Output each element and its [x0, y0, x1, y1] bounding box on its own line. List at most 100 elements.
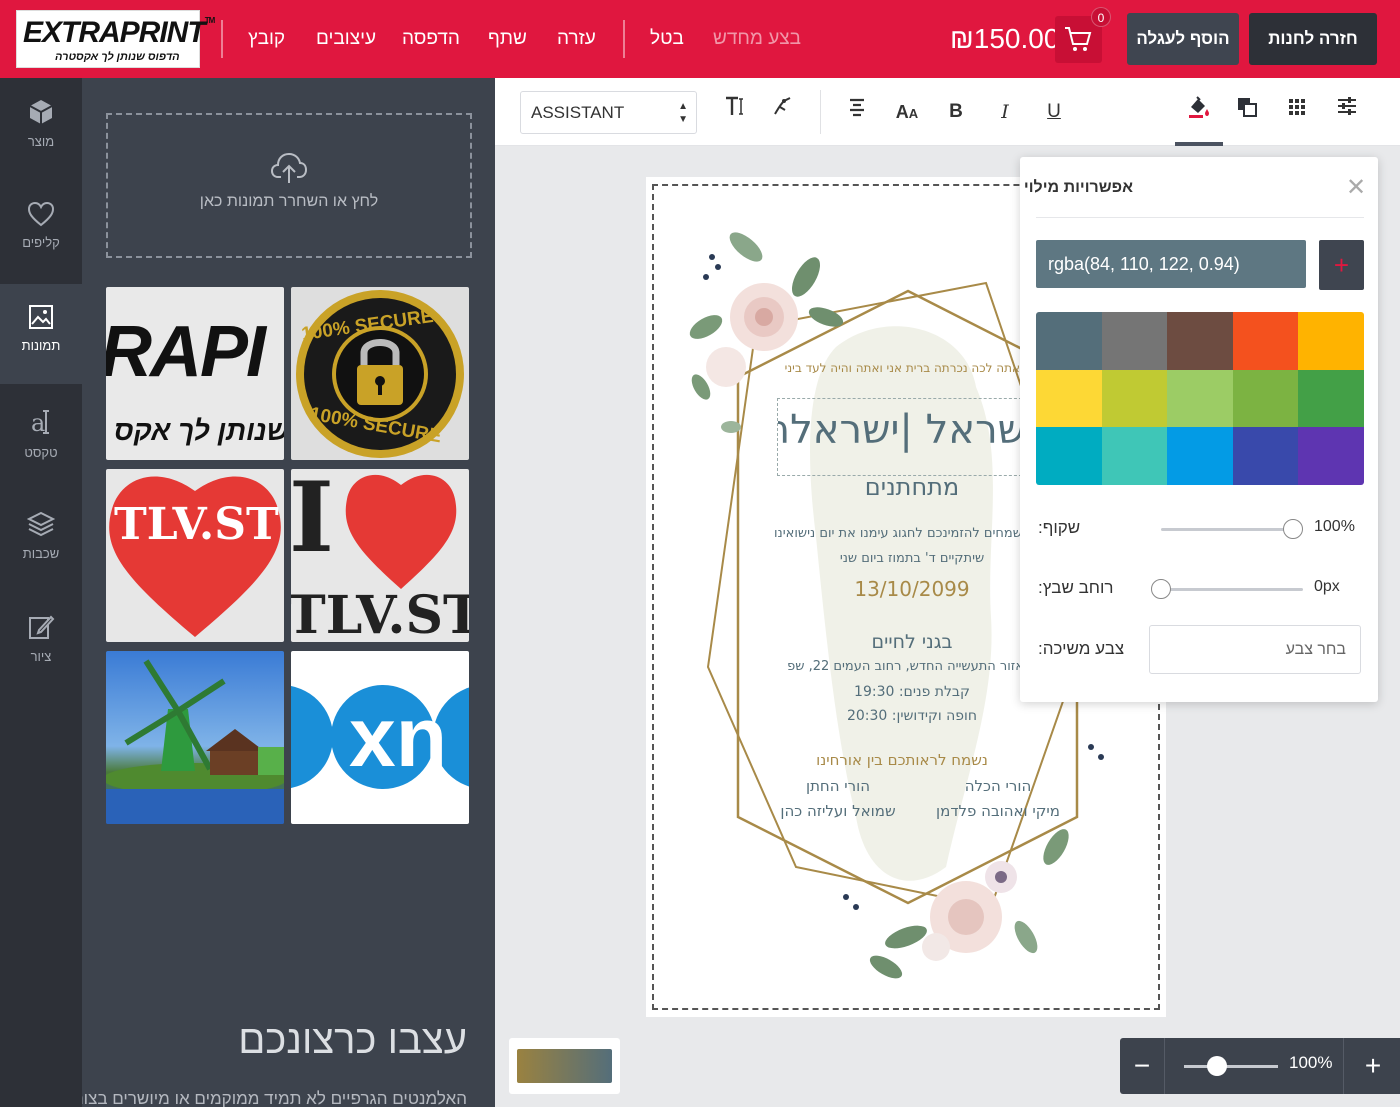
pencil-icon [29, 615, 55, 639]
zoom-out-button[interactable]: − [1120, 1038, 1164, 1094]
invite-line-1[interactable]: שמחים להזמינכם לחגוג עימנו את יום נישואי… [774, 526, 1024, 541]
italic-icon[interactable]: I [988, 95, 1022, 129]
logo-brand: EXTRAPRINT [23, 16, 206, 49]
color-swatch[interactable] [1167, 369, 1233, 428]
underline-icon[interactable]: U [1037, 95, 1071, 129]
text-size-icon[interactable] [718, 95, 752, 129]
thumb-brand-text: RAPI [106, 312, 266, 392]
color-swatch[interactable] [1232, 312, 1299, 370]
image-thumb-i-love-tlv[interactable]: I TLV.ST [291, 469, 469, 642]
color-swatch[interactable] [1298, 427, 1364, 485]
menu-file[interactable]: קובץ [248, 0, 285, 78]
image-icon [29, 305, 53, 329]
zoom-value: 100% [1289, 1053, 1333, 1072]
bold-icon[interactable]: B [939, 95, 973, 129]
sidebar-item-layers[interactable]: שכבות [0, 490, 82, 590]
couple-names-text[interactable]: שראל |ישראלה [778, 407, 1026, 453]
heart-icon [27, 201, 55, 227]
back-to-store-button[interactable]: חזרה לחנות [1249, 13, 1377, 65]
images-panel: לחץ או השחרר תמונות כאן RAPI שנותן לך אק… [82, 78, 495, 1107]
divider [1036, 217, 1364, 218]
align-icon[interactable] [840, 95, 874, 129]
fill-color-icon[interactable] [1182, 95, 1216, 129]
image-thumb-windmill[interactable] [106, 651, 284, 824]
font-size-icon[interactable]: AA [890, 95, 924, 129]
grid-icon[interactable] [1280, 95, 1314, 129]
layer-order-icon[interactable] [1230, 95, 1264, 129]
zoom-slider-track[interactable] [1184, 1065, 1278, 1068]
color-swatch[interactable] [1167, 312, 1233, 370]
menu-print[interactable]: הדפסה [402, 0, 460, 78]
divider [1164, 1038, 1165, 1094]
settings-sliders-icon[interactable] [1330, 95, 1364, 129]
zoom-slider-handle[interactable] [1206, 1056, 1227, 1076]
color-swatch[interactable] [1036, 312, 1102, 370]
stroke-width-slider-track[interactable] [1161, 588, 1303, 591]
groom-parents-label[interactable]: הורי החתן [776, 777, 900, 795]
ceremony-time[interactable]: חופה וקידושין: 20:30 [812, 708, 1012, 724]
sidebar-item-clips[interactable]: קליפים [0, 181, 82, 281]
sidebar-item-draw[interactable]: ציור [0, 593, 82, 693]
image-dropzone[interactable]: לחץ או השחרר תמונות כאן [106, 113, 472, 258]
see-you-text[interactable]: נשמח לראותכם בין אורחינו [792, 751, 1012, 769]
color-swatch-grid [1036, 312, 1364, 485]
image-thumb-tlv-heart[interactable]: TLV.ST [106, 469, 284, 642]
close-icon[interactable]: ✕ [1346, 173, 1366, 202]
menu-designs[interactable]: עיצובים [316, 0, 376, 78]
active-tool-indicator [1175, 142, 1223, 146]
color-swatch[interactable] [1101, 427, 1168, 485]
color-gradient-preview [517, 1049, 612, 1083]
menu-share[interactable]: שתף [488, 0, 527, 78]
add-to-cart-button[interactable]: הוסף לעגלה [1127, 13, 1239, 65]
verse-text[interactable]: אתה לכה נכרתה ברית אני ואתה והיה לעד בינ… [780, 361, 1020, 375]
reception-time[interactable]: קבלת פנים: 19:30 [812, 684, 1012, 700]
color-swatch[interactable] [1036, 427, 1102, 485]
color-swatch[interactable] [1298, 312, 1364, 370]
divider [623, 20, 625, 58]
event-date[interactable]: 13/10/2099 [812, 577, 1012, 601]
curved-text-icon[interactable] [766, 95, 800, 129]
panel-description: האלמנטים הגרפיים לא תמיד ממוקמים או מיוש… [82, 1089, 467, 1107]
color-swatch[interactable] [1101, 312, 1168, 370]
image-thumb-extraprint[interactable]: RAPI שנותן לך אקס [106, 287, 284, 460]
color-swatch[interactable] [1167, 427, 1233, 485]
thumb-i-text: I [291, 469, 334, 574]
current-color-preview[interactable] [509, 1038, 620, 1094]
opacity-slider-handle[interactable] [1283, 519, 1303, 539]
font-select[interactable]: ASSISTANT ▲ ▼ [520, 91, 697, 134]
zoom-in-button[interactable]: + [1346, 1038, 1400, 1094]
stroke-width-label: רוחב שבץ: [1038, 578, 1114, 597]
logo[interactable]: EXTRAPRINTTM הדפוס שנותן לך אקסטרה [16, 10, 215, 68]
image-thumb-secure[interactable]: 100% SECURE 100% SECURE [291, 287, 469, 460]
venue-address[interactable]: אזור התעשייה החדש, רחוב העמים 22, שפירים [788, 659, 1024, 674]
opacity-slider-track[interactable] [1161, 528, 1293, 531]
sidebar-item-product[interactable]: מוצר [0, 78, 82, 178]
sidebar-item-text[interactable]: a טקסט [0, 387, 82, 487]
tool-sidebar: מוצר קליפים תמונות a טקסט שכבות ציור [0, 78, 82, 1107]
color-swatch[interactable] [1298, 369, 1364, 428]
color-swatch[interactable] [1232, 427, 1299, 485]
image-thumb-exn[interactable]: xn [291, 651, 469, 824]
color-value-input[interactable]: rgba(84, 110, 122, 0.94) [1036, 240, 1306, 288]
undo-button[interactable]: בטל [650, 0, 684, 78]
redo-button[interactable]: בצע מחדש [713, 0, 801, 78]
groom-parents-names[interactable]: שמואל ועליזה כהן [768, 802, 908, 820]
cube-icon [29, 100, 53, 124]
stroke-width-slider-handle[interactable] [1151, 579, 1171, 599]
menu-help[interactable]: עזרה [557, 0, 596, 78]
getting-married-text[interactable]: מתחתנים [812, 473, 1012, 501]
add-color-button[interactable]: + [1319, 240, 1364, 290]
bride-parents-label[interactable]: הורי הכלה [936, 777, 1060, 795]
color-swatch[interactable] [1101, 369, 1168, 428]
color-swatch[interactable] [1232, 369, 1299, 428]
total-price: ₪150.00 [950, 23, 1060, 54]
layers-icon [27, 511, 55, 537]
stroke-color-input[interactable]: בחר צבע [1149, 625, 1361, 674]
cart-count-badge: 0 [1091, 7, 1111, 27]
top-bar: EXTRAPRINTTM הדפוס שנותן לך אקסטרה קובץ … [0, 0, 1400, 78]
venue-name[interactable]: בגני לחיים [812, 631, 1012, 653]
color-swatch[interactable] [1036, 369, 1102, 428]
bride-parents-names[interactable]: מיקי ואהובה פלדמן [932, 802, 1064, 820]
invite-line-2[interactable]: שיתקיים ד' בתמוז ביום שני [792, 551, 1032, 566]
sidebar-item-images[interactable]: תמונות [0, 284, 82, 384]
